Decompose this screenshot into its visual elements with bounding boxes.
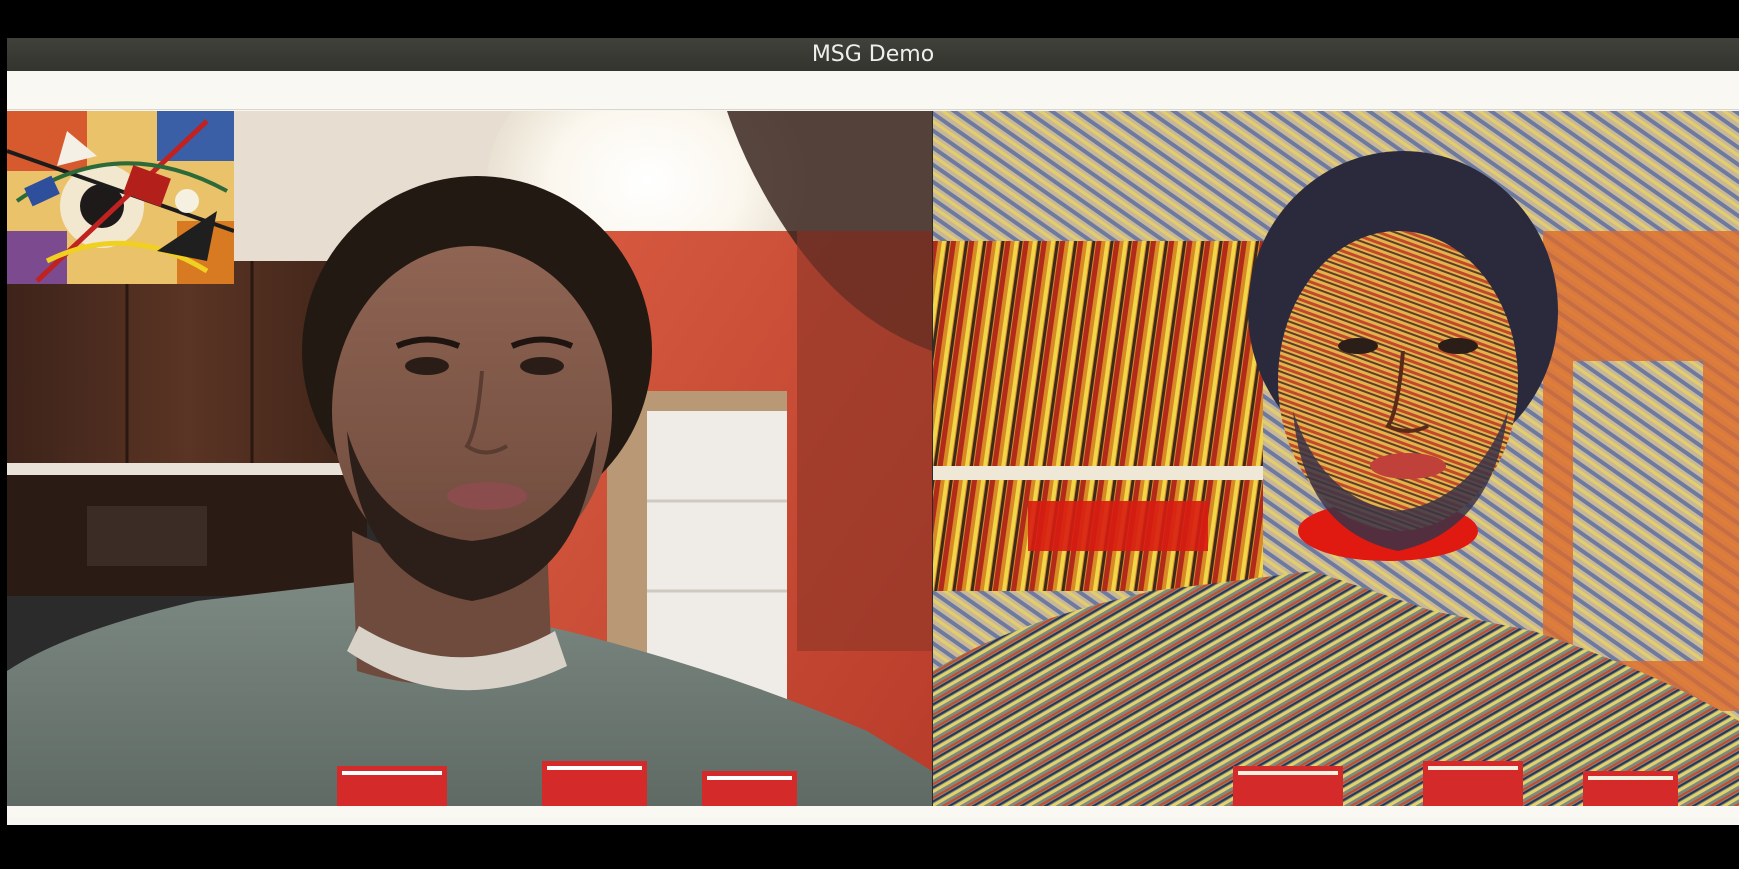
style-painting-graphic [7,111,234,284]
window-bottom-strip [7,806,1739,818]
style-image-thumbnail [7,111,234,284]
video-row [7,111,1739,806]
window-title: MSG Demo [811,42,935,67]
window-titlebar[interactable]: MSG Demo [7,38,1739,71]
desktop-screen: MSG Demo [0,0,1739,869]
webcam-input-pane [7,111,932,806]
app-window: MSG Demo [7,38,1739,825]
stylized-frame [933,111,1739,806]
stylized-output-pane [933,111,1739,806]
window-top-strip [7,71,1739,110]
